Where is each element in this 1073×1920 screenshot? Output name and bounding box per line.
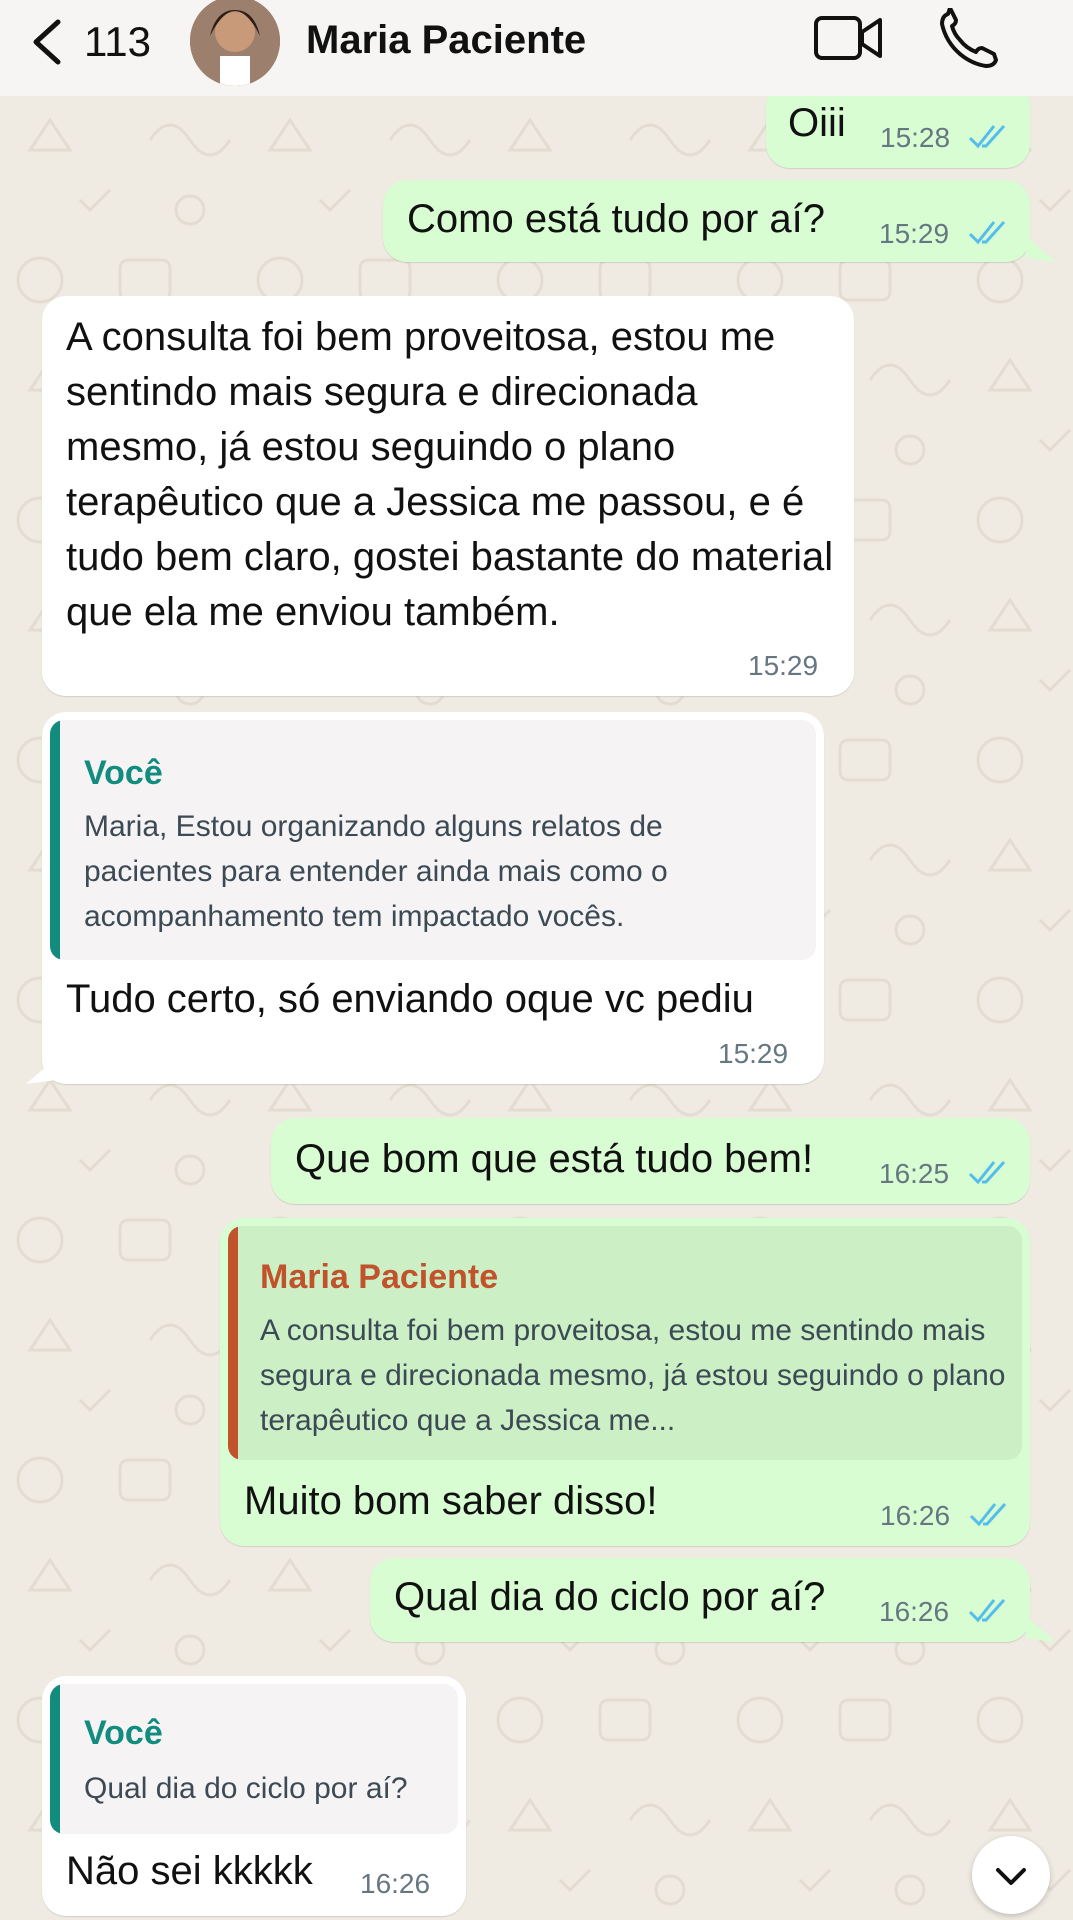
message-time: 16:26 bbox=[880, 1500, 951, 1531]
message-text: Não sei kkkkk bbox=[66, 1849, 313, 1893]
back-unread-count[interactable]: 113 bbox=[84, 18, 151, 66]
phone-icon[interactable] bbox=[938, 8, 1002, 68]
chat-header: 113 Maria Paciente bbox=[0, 0, 1073, 96]
quoted-message[interactable]: Você Maria, Estou organizando alguns rel… bbox=[50, 720, 816, 960]
message-time: 16:26 bbox=[360, 1868, 431, 1899]
message-time: 15:28 bbox=[880, 122, 951, 153]
message-text: A consulta foi bem proveitosa, estou me … bbox=[66, 315, 834, 634]
message-time: 15:29 bbox=[879, 218, 950, 249]
quote-bar bbox=[50, 720, 60, 960]
message-text: Muito bom saber disso! bbox=[244, 1479, 658, 1523]
message-text: Tudo certo, só enviando oque vc pediu bbox=[66, 977, 754, 1021]
message-text: Qual dia do ciclo por aí? bbox=[394, 1575, 826, 1619]
chevron-down-icon bbox=[996, 1868, 1026, 1885]
bubble-tail bbox=[1026, 1616, 1056, 1642]
chevron-left-icon[interactable] bbox=[26, 16, 66, 68]
quoted-message[interactable]: Você Qual dia do ciclo por aí? bbox=[50, 1684, 458, 1834]
quote-author: Maria Paciente bbox=[260, 1258, 499, 1296]
message-bubble-outgoing[interactable]: Maria Paciente A consulta foi bem provei… bbox=[220, 1218, 1030, 1546]
scroll-to-bottom-button[interactable] bbox=[972, 1836, 1050, 1914]
bubble-tail bbox=[26, 1058, 56, 1084]
quoted-message[interactable]: Maria Paciente A consulta foi bem provei… bbox=[228, 1226, 1022, 1460]
contact-name[interactable]: Maria Paciente bbox=[306, 18, 586, 63]
message-bubble-outgoing[interactable]: Como está tudo por aí? 15:29 bbox=[383, 180, 1030, 262]
bubble-tail bbox=[1026, 236, 1056, 262]
double-check-icon bbox=[968, 1160, 1006, 1185]
message-bubble-incoming[interactable]: Você Qual dia do ciclo por aí? Não sei k… bbox=[42, 1676, 466, 1916]
video-camera-icon[interactable] bbox=[812, 12, 884, 64]
quote-text: Maria, Estou organizando alguns relatos … bbox=[84, 810, 668, 933]
double-check-icon bbox=[969, 1502, 1007, 1527]
double-check-icon bbox=[968, 1598, 1006, 1623]
quote-bar bbox=[50, 1684, 60, 1834]
double-check-icon bbox=[968, 124, 1006, 149]
message-time: 16:25 bbox=[879, 1158, 950, 1189]
message-time: 15:29 bbox=[748, 650, 819, 681]
message-text: Oiii bbox=[788, 101, 846, 145]
message-text: Que bom que está tudo bem! bbox=[295, 1137, 814, 1181]
message-text: Como está tudo por aí? bbox=[407, 197, 826, 241]
avatar[interactable] bbox=[190, 0, 280, 86]
quote-bar bbox=[228, 1226, 238, 1460]
message-bubble-incoming[interactable]: A consulta foi bem proveitosa, estou me … bbox=[42, 296, 854, 696]
quote-author: Você bbox=[84, 754, 163, 792]
quote-text: Qual dia do ciclo por aí? bbox=[84, 1772, 408, 1805]
message-bubble-incoming[interactable]: Você Maria, Estou organizando alguns rel… bbox=[42, 712, 824, 1084]
message-time: 16:26 bbox=[879, 1596, 950, 1627]
double-check-icon bbox=[968, 220, 1006, 245]
quote-author: Você bbox=[84, 1714, 163, 1752]
message-bubble-outgoing[interactable]: Qual dia do ciclo por aí? 16:26 bbox=[370, 1558, 1030, 1642]
message-time: 15:29 bbox=[718, 1038, 789, 1069]
quote-text: A consulta foi bem proveitosa, estou me … bbox=[260, 1314, 1006, 1437]
message-bubble-outgoing[interactable]: Que bom que está tudo bem! 16:25 bbox=[271, 1118, 1030, 1204]
